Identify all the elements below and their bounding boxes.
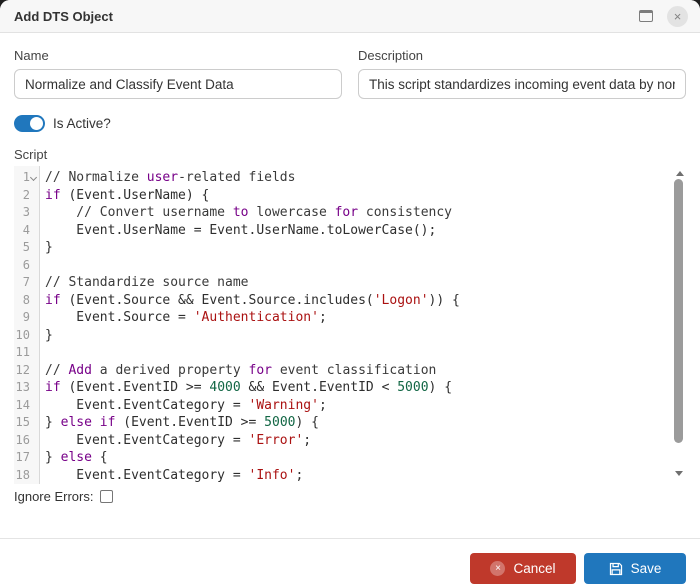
maximize-icon[interactable] (639, 10, 653, 22)
code-line[interactable] (45, 344, 686, 362)
script-editor[interactable]: 123456789101112131415161718 // Normalize… (14, 166, 686, 484)
code-line[interactable]: // Standardize source name (45, 274, 686, 292)
cancel-x-icon: × (490, 561, 505, 576)
toggle-knob (30, 117, 43, 130)
name-input[interactable] (14, 69, 342, 99)
dialog-body: Name Description Is Active? Script 12345… (0, 33, 700, 516)
code-line[interactable] (45, 257, 686, 275)
gutter-line-number: 14 (14, 397, 39, 415)
cancel-button-label: Cancel (513, 561, 555, 576)
editor-code[interactable]: // Normalize user-related fieldsif (Even… (40, 166, 686, 484)
name-label: Name (14, 48, 342, 63)
code-line[interactable]: if (Event.EventID >= 4000 && Event.Event… (45, 379, 686, 397)
code-line[interactable]: } (45, 327, 686, 345)
scrollbar-thumb[interactable] (674, 179, 683, 443)
description-label: Description (358, 48, 686, 63)
cancel-button[interactable]: × Cancel (470, 553, 576, 584)
code-line[interactable]: Event.EventCategory = 'Error'; (45, 432, 686, 450)
code-line[interactable]: } else { (45, 449, 686, 467)
gutter-line-number: 1 (14, 169, 39, 187)
is-active-label: Is Active? (53, 116, 111, 131)
code-line[interactable]: Event.EventCategory = 'Info'; (45, 467, 686, 485)
script-label: Script (14, 147, 686, 162)
dialog-footer: × Cancel Save (0, 539, 700, 584)
ignore-errors-checkbox[interactable] (100, 490, 113, 503)
close-icon[interactable]: × (667, 6, 688, 27)
gutter-line-number: 2 (14, 187, 39, 205)
code-line[interactable]: } (45, 239, 686, 257)
dialog-title: Add DTS Object (14, 9, 639, 24)
code-line[interactable]: } else if (Event.EventID >= 5000) { (45, 414, 686, 432)
code-line[interactable]: // Normalize user-related fields (45, 169, 686, 187)
gutter-line-number: 11 (14, 344, 39, 362)
gutter-line-number: 16 (14, 432, 39, 450)
save-floppy-icon (609, 562, 623, 576)
gutter-line-number: 13 (14, 379, 39, 397)
gutter-line-number: 9 (14, 309, 39, 327)
gutter-line-number: 18 (14, 467, 39, 485)
gutter-line-number: 4 (14, 222, 39, 240)
code-line[interactable]: // Add a derived property for event clas… (45, 362, 686, 380)
dialog-header: Add DTS Object × (0, 0, 700, 33)
fold-chevron-icon[interactable] (30, 169, 39, 187)
scroll-up-arrow-icon[interactable] (676, 171, 684, 176)
save-button[interactable]: Save (584, 553, 686, 584)
gutter-line-number: 15 (14, 414, 39, 432)
add-dts-object-dialog: Add DTS Object × Name Description Is Act… (0, 0, 700, 584)
code-line[interactable]: Event.UserName = Event.UserName.toLowerC… (45, 222, 686, 240)
scroll-down-arrow-icon[interactable] (675, 471, 683, 476)
gutter-line-number: 3 (14, 204, 39, 222)
save-button-label: Save (631, 561, 662, 576)
editor-scrollbar[interactable] (673, 166, 686, 484)
code-line[interactable]: Event.Source = 'Authentication'; (45, 309, 686, 327)
gutter-line-number: 6 (14, 257, 39, 275)
code-line[interactable]: // Convert username to lowercase for con… (45, 204, 686, 222)
is-active-toggle[interactable] (14, 115, 45, 132)
ignore-errors-label: Ignore Errors: (14, 489, 93, 504)
description-input[interactable] (358, 69, 686, 99)
gutter-line-number: 12 (14, 362, 39, 380)
gutter-line-number: 8 (14, 292, 39, 310)
gutter-line-number: 17 (14, 449, 39, 467)
editor-gutter: 123456789101112131415161718 (14, 166, 40, 484)
gutter-line-number: 7 (14, 274, 39, 292)
gutter-line-number: 10 (14, 327, 39, 345)
code-line[interactable]: Event.EventCategory = 'Warning'; (45, 397, 686, 415)
gutter-line-number: 5 (14, 239, 39, 257)
code-line[interactable]: if (Event.UserName) { (45, 187, 686, 205)
code-line[interactable]: if (Event.Source && Event.Source.include… (45, 292, 686, 310)
